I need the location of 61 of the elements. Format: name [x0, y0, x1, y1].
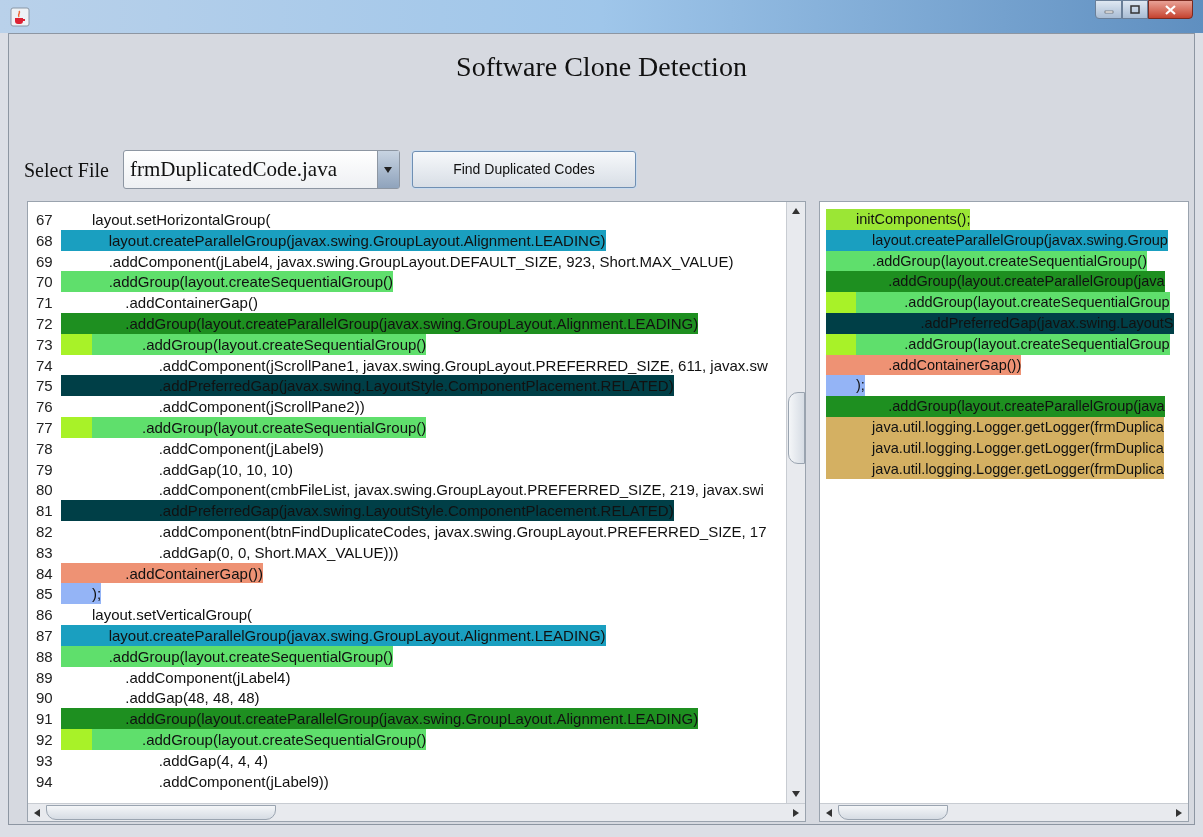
code-line: .addContainerGap()	[124, 293, 258, 313]
minimize-button[interactable]	[1095, 0, 1122, 19]
line-number: 82	[35, 521, 54, 542]
code-line: .addComponent(cmbFileList, javax.swing.GroupLayout.PREFERRED_SIZE, 219, javax.swi	[157, 480, 764, 501]
line-number: 70	[35, 272, 54, 293]
line-number: 94	[35, 771, 54, 792]
close-button[interactable]	[1148, 0, 1193, 19]
scroll-thumb[interactable]	[787, 392, 805, 464]
code-line: .addComponent(jLabel4, javax.swing.GroupLayout.DEFAULT_SIZE, 923, Short.MAX_VALUE)	[107, 251, 734, 272]
maximize-icon	[1130, 5, 1140, 14]
code-line: .addGap(10, 10, 10)	[157, 459, 293, 480]
code-line: .addGap(0, 0, Short.MAX_VALUE)))	[157, 542, 399, 563]
code-line: layout.setVerticalGroup(	[91, 605, 253, 625]
line-number: 87	[35, 625, 54, 646]
line-number: 69	[35, 251, 54, 272]
line-number: 80	[35, 480, 54, 501]
code-line: layout.setHorizontalGroup(	[91, 210, 271, 230]
line-number: 92	[35, 729, 54, 750]
maximize-button[interactable]	[1122, 0, 1148, 19]
line-number: 86	[35, 605, 54, 625]
dropdown-value: frmDuplicatedCode.java	[129, 155, 338, 183]
line-number: 88	[35, 646, 54, 667]
scroll-thumb[interactable]	[46, 805, 276, 820]
line-number: 77	[35, 417, 54, 438]
code-line: .addComponent(jLabel4)	[124, 667, 291, 688]
code-line: .addComponent(btnFindDuplicateCodes, javax.swing.GroupLayout.PREFERRED_SIZE, 17	[157, 521, 767, 542]
java-cup-icon	[10, 6, 30, 27]
code-line: .addComponent(jScrollPane1, javax.swing.GroupLayout.PREFERRED_SIZE, 611, javax.sw	[157, 355, 768, 376]
line-number: 74	[35, 355, 54, 376]
line-number: 73	[35, 334, 54, 355]
app-title: Software Clone Detection	[455, 50, 748, 84]
file-dropdown[interactable]: frmDuplicatedCode.java	[123, 150, 400, 189]
find-duplicated-codes-button[interactable]: Find Duplicated Codes	[412, 151, 636, 188]
select-file-label: Select File	[24, 157, 109, 183]
line-number: 84	[35, 563, 54, 584]
line-number: 67	[35, 210, 54, 230]
line-number: 75	[35, 376, 54, 397]
code-line: .addComponent(jScrollPane2))	[157, 397, 365, 417]
line-number: 93	[35, 750, 54, 771]
line-number: 71	[35, 293, 54, 313]
code-line: .addComponent(jLabel9)	[157, 438, 324, 459]
code-line: .addGap(48, 48, 48)	[124, 688, 260, 709]
line-number: 89	[35, 667, 54, 688]
code-line: .addComponent(jLabel9))	[157, 771, 329, 792]
line-number: 79	[35, 459, 54, 480]
line-number: 90	[35, 688, 54, 709]
line-number: 91	[35, 709, 54, 729]
line-number: 68	[35, 230, 54, 251]
horizontal-scrollbar[interactable]	[820, 803, 1188, 821]
line-number: 78	[35, 438, 54, 459]
vertical-scrollbar[interactable]	[786, 202, 805, 803]
line-number: 85	[35, 584, 54, 605]
line-number: 76	[35, 397, 54, 417]
scroll-thumb[interactable]	[838, 805, 948, 820]
line-number: 81	[35, 501, 54, 521]
horizontal-scrollbar[interactable]	[28, 803, 805, 821]
code-line: .addGap(4, 4, 4)	[157, 750, 268, 771]
line-number: 83	[35, 542, 54, 563]
close-icon	[1165, 4, 1176, 15]
caret-icon	[384, 166, 393, 173]
line-number: 72	[35, 314, 54, 334]
